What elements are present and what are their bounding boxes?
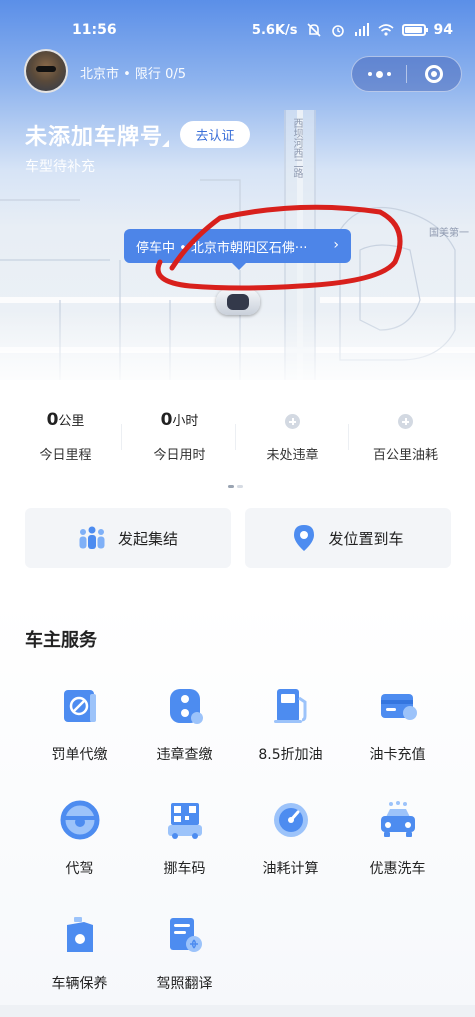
stat-mileage-value: 0公里 [6, 410, 125, 436]
service-label: 违章查缴 [156, 747, 213, 763]
more-dot-icon [375, 70, 383, 78]
status-bar: 11:56 5.6K/s 94 [0, 0, 475, 62]
service-label: 罚单代缴 [51, 747, 108, 763]
stat-time-value: 0小时 [120, 410, 239, 436]
fuel-pump-icon [273, 689, 306, 723]
wifi-icon [377, 24, 394, 36]
stat-value-number: 0 [160, 410, 173, 430]
stat-value-unit: 小时 [172, 414, 199, 429]
battery-level [404, 27, 422, 33]
today-stats-card: 0公里 今日里程 0小时 今日用时 未处违章 百公里油耗 [0, 380, 475, 490]
fuel-card-icon [380, 694, 417, 720]
service-car-wash[interactable]: 优惠洗车 [345, 800, 450, 878]
service-ticket-payment[interactable]: 罚单代缴 [27, 686, 132, 764]
service-move-car-code[interactable]: 挪车码 [132, 800, 237, 878]
car-marker-icon[interactable] [216, 289, 260, 315]
certify-button[interactable]: 去认证 [180, 121, 250, 148]
service-vehicle-maintenance[interactable]: 车辆保养 [27, 915, 132, 993]
page-indicator [228, 485, 243, 488]
plate-number[interactable]: 未添加车牌号 [25, 119, 163, 151]
send-location-label: 发位置到车 [328, 529, 404, 548]
status-time: 11:56 [72, 22, 117, 38]
mute-bell-icon [306, 23, 321, 37]
rally-button[interactable]: 发起集结 [25, 508, 231, 568]
stat-time: 0小时 今日用时 [120, 410, 239, 463]
car-roof [227, 294, 249, 310]
traffic-light-icon [169, 689, 203, 724]
stat-fuel-label: 百公里油耗 [372, 448, 438, 463]
avatar[interactable] [24, 49, 68, 93]
service-designated-driver[interactable]: 代驾 [27, 800, 132, 878]
service-fuel-calculator[interactable]: 油耗计算 [238, 800, 343, 878]
gauge-icon [273, 803, 308, 837]
service-label: 车辆保养 [51, 976, 108, 992]
group-people-icon [79, 526, 105, 549]
road-label-vertical: 西坝河西二路 [291, 118, 302, 178]
page-dot-active [228, 485, 234, 488]
service-label: 挪车码 [163, 861, 206, 877]
city-restriction-line: 北京市 • 限行 0/5 [80, 67, 186, 82]
add-icon[interactable] [285, 414, 300, 429]
location-pin-icon [294, 525, 315, 551]
more-dot-icon [386, 72, 391, 76]
battery-icon [401, 24, 428, 36]
network-speed: 5.6K/s [251, 22, 298, 38]
page-dot [237, 485, 243, 488]
map-header[interactable]: 11:56 5.6K/s 94 北京市 • 限行 0/5 未添加车牌号 去认证 … [0, 0, 475, 380]
stat-violations-label: 未处违章 [266, 448, 319, 463]
license-translate-icon [169, 918, 202, 952]
qr-code-icon [167, 803, 202, 839]
road-label-right: 国美第一 [429, 228, 469, 239]
service-discount-fuel[interactable]: 8.5折加油 [238, 686, 343, 764]
chevron-right-icon: › [333, 237, 339, 253]
rally-label: 发起集结 [117, 529, 178, 548]
bottom-bar [0, 1005, 475, 1017]
signal-icon [354, 23, 369, 36]
service-label: 优惠洗车 [369, 861, 426, 877]
stat-value-unit: 公里 [58, 414, 85, 429]
stat-fuel-value [346, 410, 465, 436]
parking-location-bubble[interactable]: 停车中 • 北京市朝阳区石佛··· › [124, 229, 351, 270]
service-label: 驾照翻译 [156, 976, 213, 992]
stat-mileage: 0公里 今日里程 [6, 410, 125, 463]
map-fade [0, 310, 475, 380]
car-model-subtitle: 车型待补充 [25, 159, 95, 175]
plate-dropdown-icon[interactable] [162, 140, 169, 147]
ticket-icon [63, 690, 96, 722]
car-wash-icon [380, 801, 415, 837]
stat-violations-value [233, 410, 352, 436]
stat-fuel-consumption[interactable]: 百公里油耗 [346, 410, 465, 463]
services-title: 车主服务 [25, 630, 97, 651]
mini-program-capsule [351, 56, 462, 92]
service-fuel-card-topup[interactable]: 油卡充值 [345, 686, 450, 764]
stat-mileage-label: 今日里程 [39, 448, 92, 463]
stat-value-number: 0 [46, 410, 59, 430]
more-dot-icon [367, 72, 372, 76]
status-icons: 5.6K/s 94 [252, 22, 453, 38]
parking-location-text: 停车中 • 北京市朝阳区石佛··· [136, 240, 308, 256]
battery-text: 94 [433, 22, 453, 38]
service-violation-check[interactable]: 违章查缴 [132, 686, 237, 764]
service-label: 油耗计算 [262, 861, 319, 877]
send-location-button[interactable]: 发位置到车 [245, 508, 451, 568]
add-icon[interactable] [398, 414, 413, 429]
avatar-glasses [36, 66, 56, 72]
service-label: 代驾 [65, 861, 94, 877]
stat-violations[interactable]: 未处违章 [233, 410, 352, 463]
target-circle-icon [425, 65, 443, 83]
alarm-icon [331, 25, 344, 37]
service-license-translation[interactable]: 驾照翻译 [132, 915, 237, 993]
oil-can-icon [66, 917, 93, 952]
service-label: 8.5折加油 [258, 747, 323, 763]
more-button[interactable] [352, 57, 406, 91]
service-label: 油卡充值 [369, 747, 426, 763]
close-mini-program-button[interactable] [407, 57, 461, 91]
stat-time-label: 今日用时 [153, 448, 206, 463]
steering-wheel-icon [60, 800, 99, 840]
